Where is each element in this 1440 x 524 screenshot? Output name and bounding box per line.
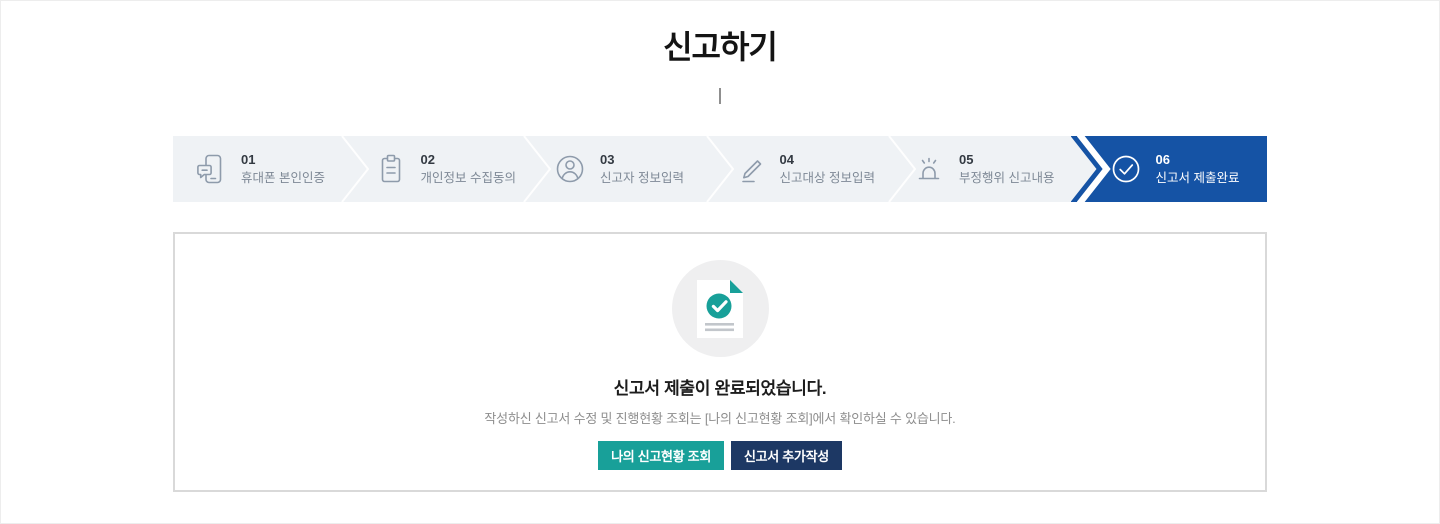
- step-label: 부정행위 신고내용: [959, 171, 1055, 186]
- step-item-6-active: 06 신고서 제출완료: [1070, 136, 1267, 202]
- siren-icon: [918, 157, 940, 180]
- check-circle-icon: [1112, 155, 1139, 183]
- completion-heading: 신고서 제출이 완료되었습니다.: [613, 379, 827, 398]
- step-item-4: 04 신고대상 정보입력: [712, 136, 892, 202]
- clipboard-icon: [381, 154, 400, 183]
- progress-stepbar: 01 휴대폰 본인인증 02 개인정보 수집동의 03 신고자 정보입력 04 …: [173, 136, 1267, 202]
- step-number: 05: [959, 151, 974, 167]
- step-number: 04: [779, 151, 794, 167]
- document-check-icon: [697, 279, 743, 338]
- report-page: 신고하기 01 휴대폰 본인인증 02 개인정보 수집동의 03 신고자 정보입…: [0, 0, 1440, 524]
- step-number: 03: [600, 151, 615, 167]
- step-number: 06: [1155, 151, 1170, 167]
- step-label: 휴대폰 본인인증: [241, 171, 325, 186]
- step-item-5: 05 부정행위 신고내용: [891, 136, 1071, 202]
- step-item-1: 01 휴대폰 본인인증: [173, 136, 353, 202]
- result-icon-circle: [671, 260, 769, 357]
- step-label: 개인정보 수집동의: [420, 171, 516, 186]
- user-icon: [556, 155, 584, 183]
- additional-report-button[interactable]: 신고서 추가작성: [730, 441, 842, 470]
- step-label: 신고서 제출완료: [1155, 171, 1240, 186]
- step-number: 01: [241, 151, 256, 167]
- page-title: 신고하기: [663, 29, 778, 65]
- step-label: 신고자 정보입력: [600, 171, 684, 186]
- completion-panel: 신고서 제출이 완료되었습니다. 작성하신 신고서 수정 및 진행현황 조회는 …: [173, 232, 1267, 492]
- step-item-3: 03 신고자 정보입력: [532, 136, 712, 202]
- step-item-2: 02 개인정보 수집동의: [353, 136, 533, 202]
- step-number: 02: [420, 151, 435, 167]
- phone-auth-icon: [197, 154, 222, 184]
- button-row: 나의 신고현황 조회 신고서 추가작성: [175, 441, 1265, 470]
- title-divider: [719, 88, 721, 104]
- my-report-status-button[interactable]: 나의 신고현황 조회: [598, 441, 724, 470]
- step-label: 신고대상 정보입력: [779, 171, 875, 186]
- pencil-icon: [741, 160, 761, 183]
- completion-description: 작성하신 신고서 수정 및 진행현황 조회는 [나의 신고현황 조회]에서 확인…: [484, 411, 956, 426]
